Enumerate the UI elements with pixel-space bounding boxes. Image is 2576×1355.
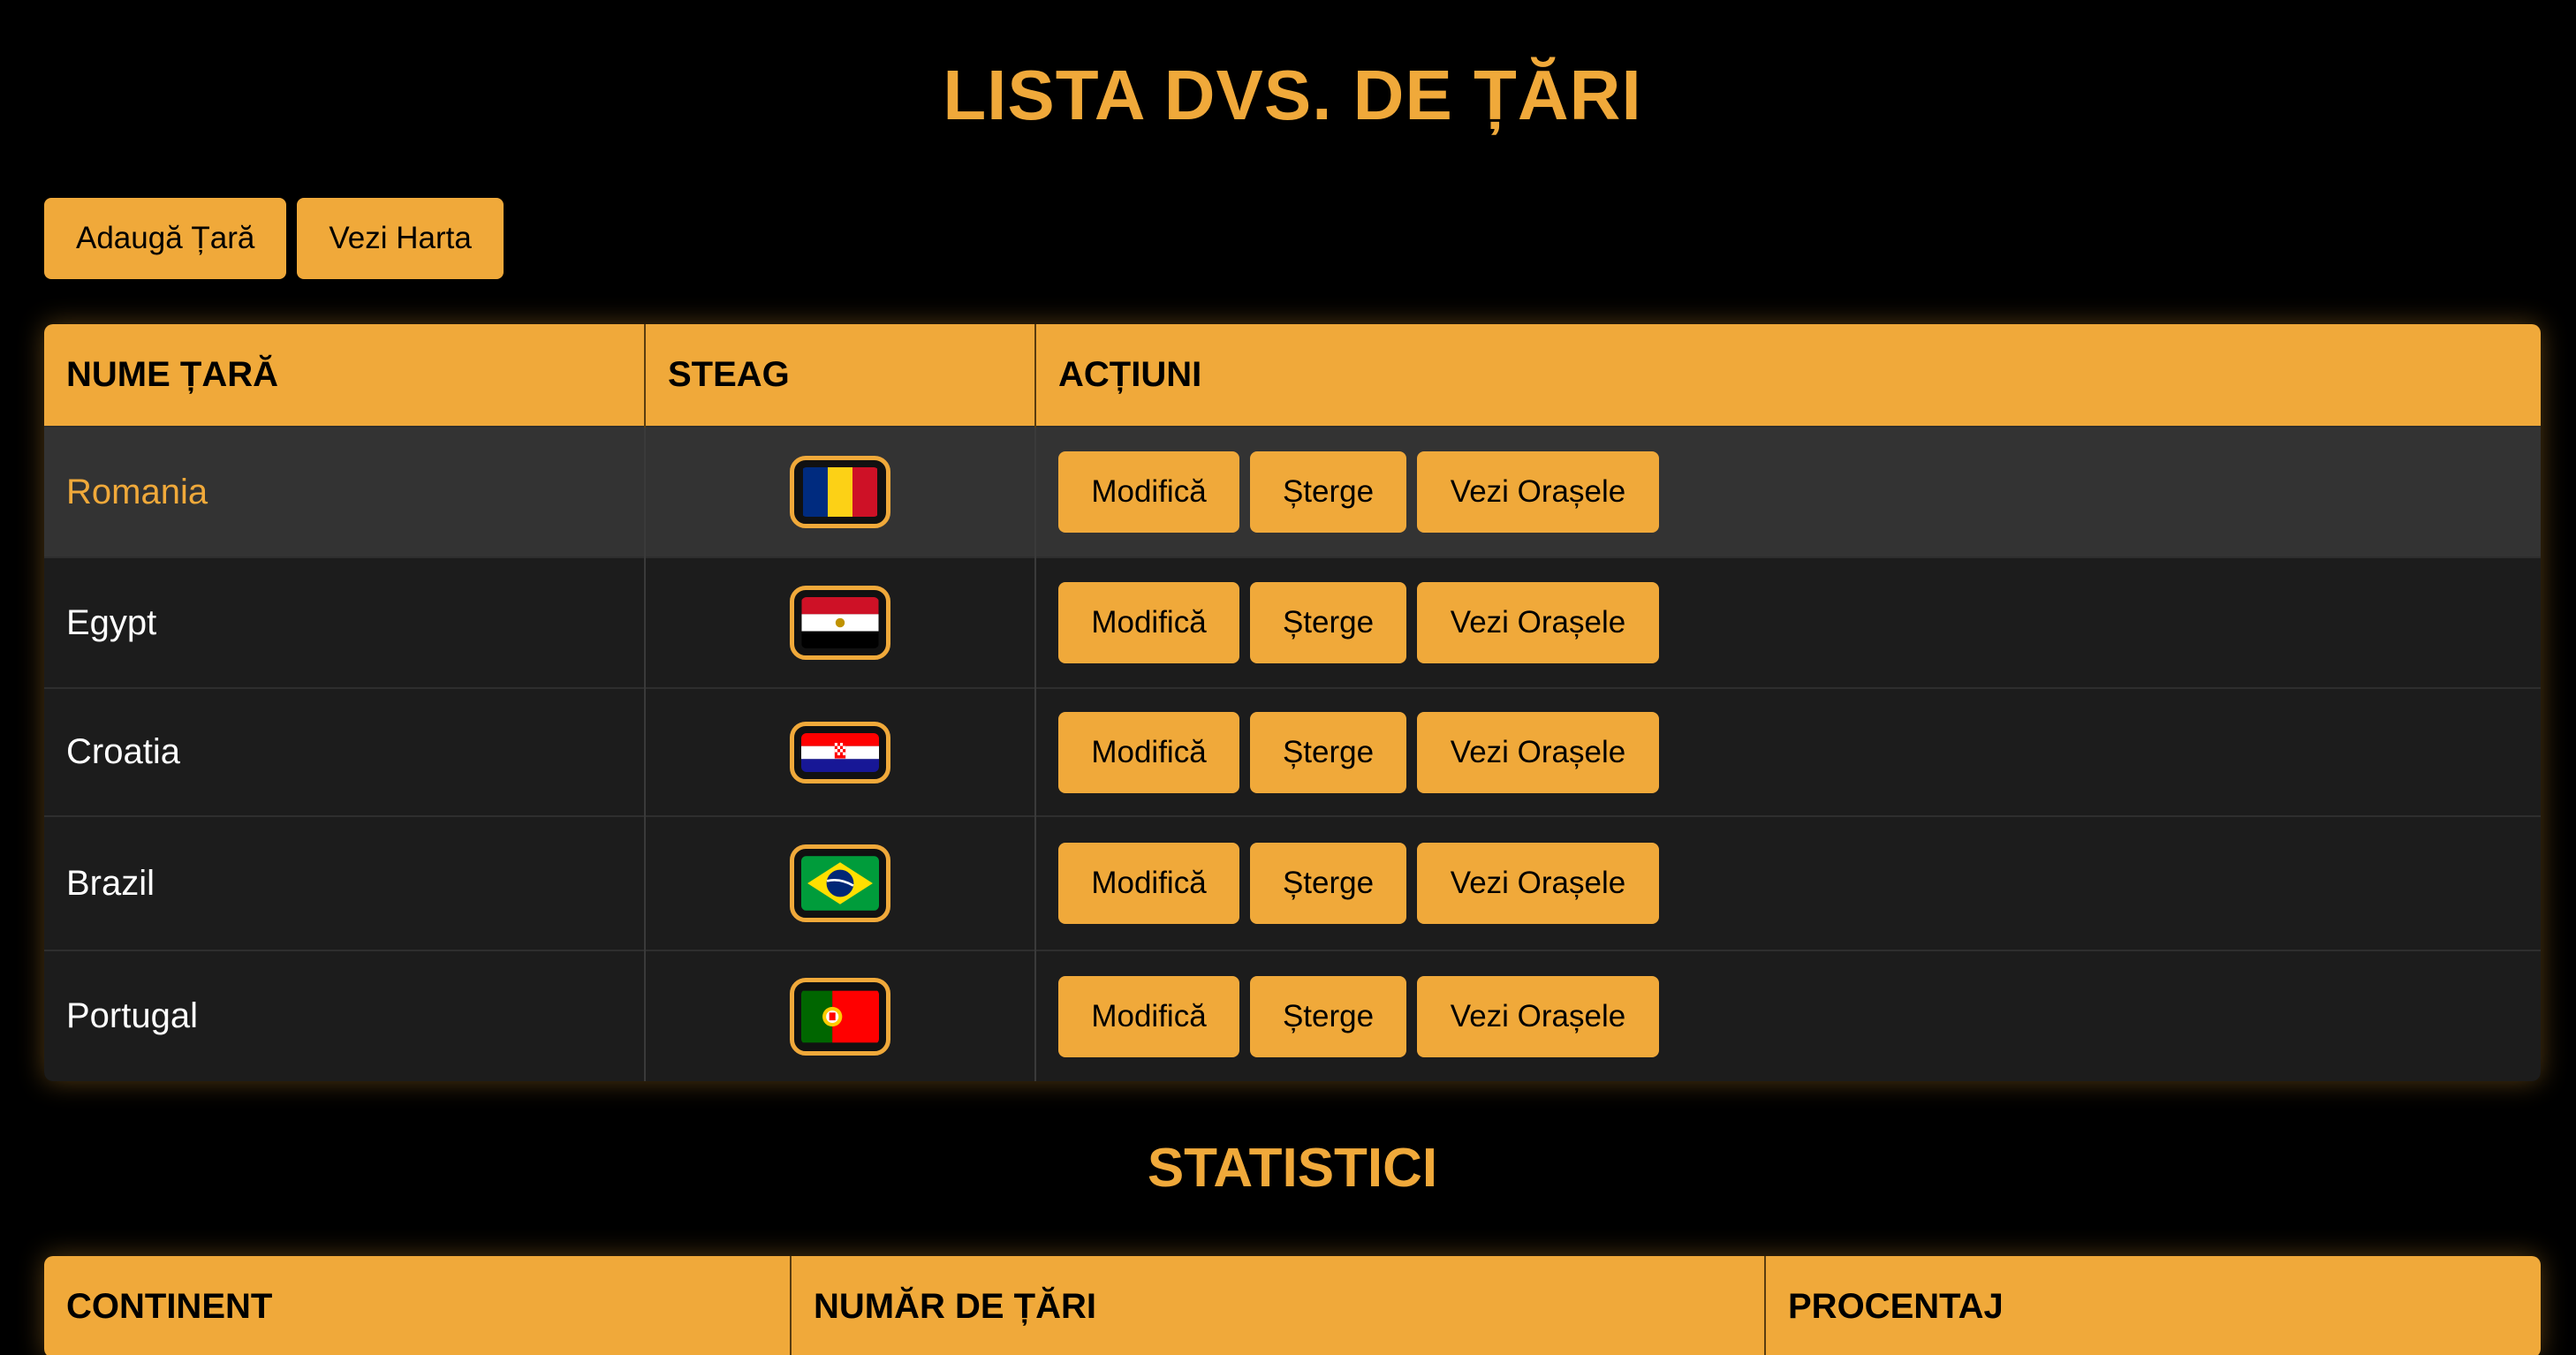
actions-cell: Modifică Șterge Vezi Orașele [1035, 687, 2541, 816]
edit-button[interactable]: Modifică [1058, 582, 1239, 663]
delete-button[interactable]: Șterge [1250, 843, 1406, 924]
flag-cell [645, 556, 1036, 688]
statistics-table: CONTINENT NUMĂR DE ȚĂRI PROCENTAJ [44, 1256, 2541, 1355]
country-name: Portugal [44, 950, 646, 1081]
edit-button[interactable]: Modifică [1058, 975, 1239, 1057]
stats-header-row: CONTINENT NUMĂR DE ȚĂRI PROCENTAJ [44, 1256, 2541, 1355]
table-row[interactable]: Croatia Modifică Șterge Vezi Orașele [44, 687, 2541, 816]
column-header-actions: ACȚIUNI [1035, 324, 2541, 427]
table-row[interactable]: Egypt Modifică Șterge Vezi Orașele [44, 556, 2541, 688]
flag-cell [645, 426, 1036, 557]
edit-button[interactable]: Modifică [1058, 451, 1239, 533]
table-header-row: NUME ȚARĂ STEAG ACȚIUNI [44, 324, 2541, 427]
country-name: Croatia [44, 687, 646, 816]
column-header-flag: STEAG [645, 324, 1036, 427]
delete-button[interactable]: Șterge [1250, 582, 1406, 663]
actions-cell: Modifică Șterge Vezi Orașele [1035, 426, 2541, 557]
actions-cell: Modifică Șterge Vezi Orașele [1035, 556, 2541, 688]
flag-cell [645, 950, 1036, 1081]
actions-cell: Modifică Șterge Vezi Orașele [1035, 950, 2541, 1081]
edit-button[interactable]: Modifică [1058, 711, 1239, 793]
actions-cell: Modifică Șterge Vezi Orașele [1035, 815, 2541, 950]
toolbar: Adaugă Țară Vezi Harta [44, 198, 504, 279]
egypt-flag-icon [790, 586, 890, 660]
column-header-percentage: PROCENTAJ [1765, 1256, 2541, 1355]
add-country-button[interactable]: Adaugă Țară [44, 198, 287, 279]
delete-button[interactable]: Șterge [1250, 451, 1406, 533]
page: LISTA DVS. DE ȚĂRI Adaugă Țară Vezi Hart… [0, 0, 2576, 1355]
table-row[interactable]: Romania Modifică Șterge Vezi Orașele [44, 426, 2541, 557]
view-cities-button[interactable]: Vezi Orașele [1417, 582, 1659, 663]
portugal-flag-icon [790, 977, 890, 1056]
view-cities-button[interactable]: Vezi Orașele [1417, 451, 1659, 533]
country-name: Brazil [44, 815, 646, 950]
view-cities-button[interactable]: Vezi Orașele [1417, 975, 1659, 1057]
brazil-flag-icon [790, 844, 890, 922]
romania-flag-icon [790, 456, 890, 528]
column-header-continent: CONTINENT [44, 1256, 792, 1355]
table-row[interactable]: Portugal Modifică Șterge Vezi Orașele [44, 950, 2541, 1081]
flag-cell [645, 687, 1036, 816]
countries-table: NUME ȚARĂ STEAG ACȚIUNI Romania Modifică… [44, 324, 2541, 1081]
view-cities-button[interactable]: Vezi Orașele [1417, 711, 1659, 793]
column-header-name: NUME ȚARĂ [44, 324, 646, 427]
delete-button[interactable]: Șterge [1250, 711, 1406, 793]
table-row[interactable]: Brazil Modifică Șterge Vezi Orașele [44, 815, 2541, 950]
statistics-title: STATISTICI [1147, 1138, 1438, 1199]
edit-button[interactable]: Modifică [1058, 843, 1239, 924]
croatia-flag-icon [790, 721, 890, 783]
view-map-button[interactable]: Vezi Harta [297, 198, 504, 279]
flag-cell [645, 815, 1036, 950]
view-cities-button[interactable]: Vezi Orașele [1417, 843, 1659, 924]
country-name: Egypt [44, 556, 646, 688]
column-header-country-count: NUMĂR DE ȚĂRI [791, 1256, 1766, 1355]
country-name: Romania [44, 426, 646, 557]
page-title: LISTA DVS. DE ȚĂRI [943, 56, 1642, 134]
delete-button[interactable]: Șterge [1250, 975, 1406, 1057]
